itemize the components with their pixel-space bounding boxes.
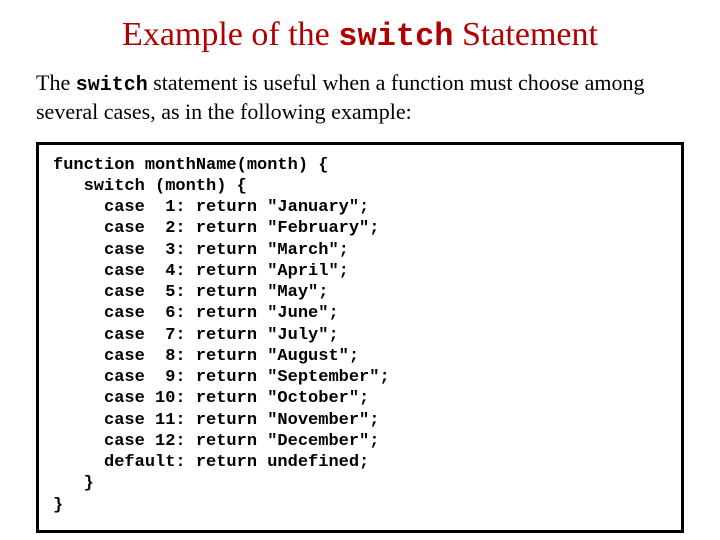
slide: Example of the switch Statement The swit… [0, 0, 720, 540]
code-listing: function monthName(month) { switch (mont… [36, 142, 684, 533]
slide-title: Example of the switch Statement [36, 16, 684, 55]
intro-code-keyword: switch [76, 74, 148, 97]
intro-paragraph: The switch statement is useful when a fu… [36, 69, 684, 126]
intro-prefix: The [36, 70, 76, 95]
title-prefix: Example of the [122, 16, 338, 53]
title-suffix: Statement [453, 16, 597, 53]
title-code-keyword: switch [338, 18, 453, 55]
